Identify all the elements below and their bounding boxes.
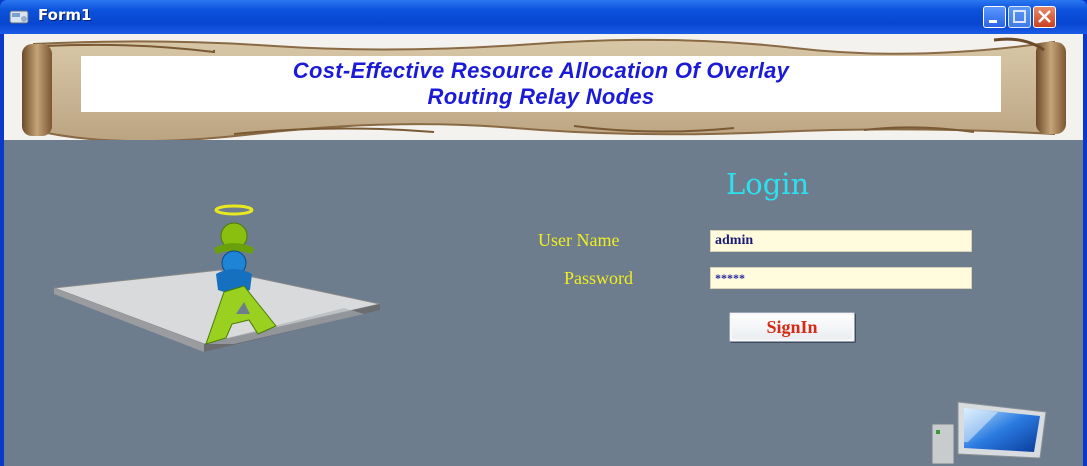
username-field[interactable]: admin [710,230,972,252]
minimize-button[interactable] [983,6,1006,28]
form-app-icon [8,8,32,26]
signin-button[interactable]: SignIn [729,312,855,342]
minimize-icon [989,20,997,23]
application-window: Form1 Cost-Effective Resource Allocation… [0,0,1087,466]
login-heading: Login [726,167,810,201]
computer-monitor-icon [931,401,1047,464]
username-label: User Name [538,230,620,250]
close-icon [1038,10,1051,23]
password-field[interactable]: ***** [710,267,972,289]
title-bar[interactable]: Form1 [0,0,1087,34]
banner-title-line-2: Routing Relay Nodes [427,84,655,109]
close-button[interactable] [1033,6,1056,28]
admin-figure-illustration [53,204,381,352]
title-banner: Cost-Effective Resource Allocation Of Ov… [4,34,1083,140]
form-client-area: Cost-Effective Resource Allocation Of Ov… [4,34,1083,466]
maximize-button[interactable] [1008,6,1031,28]
banner-caption: Cost-Effective Resource Allocation Of Ov… [81,56,1001,112]
window-title: Form1 [38,6,92,24]
password-label: Password [564,268,634,288]
banner-title-line-1: Cost-Effective Resource Allocation Of Ov… [292,58,790,83]
maximize-icon [1013,10,1026,23]
